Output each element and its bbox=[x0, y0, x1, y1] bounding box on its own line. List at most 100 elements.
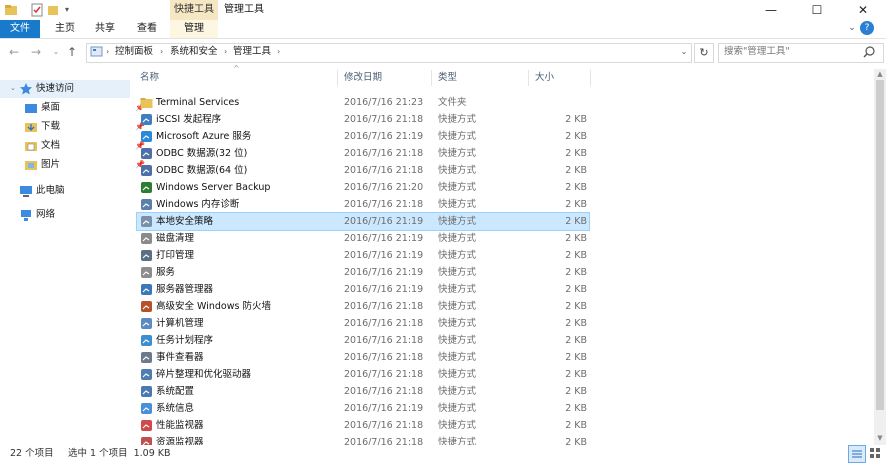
table-row[interactable]: 事件查看器 2016/7/16 21:18 快捷方式 2 KB bbox=[137, 349, 589, 366]
details-view-icon[interactable] bbox=[848, 445, 866, 463]
table-row[interactable]: 服务 2016/7/16 21:19 快捷方式 2 KB bbox=[137, 264, 589, 281]
recent-locations-icon[interactable]: ⌄ bbox=[48, 44, 64, 60]
file-type: 快捷方式 bbox=[438, 420, 477, 431]
file-date: 2016/7/16 21:18 bbox=[344, 386, 424, 397]
nav-quick-access[interactable]: 快速访问 bbox=[19, 80, 129, 98]
minimize-button[interactable]: — bbox=[748, 0, 794, 20]
refresh-button[interactable]: ↻ bbox=[694, 43, 714, 63]
nav-this-pc[interactable]: 此电脑 bbox=[19, 182, 129, 200]
column-header-type[interactable]: 类型 bbox=[438, 70, 526, 86]
table-row[interactable]: 磁盘清理 2016/7/16 21:19 快捷方式 2 KB bbox=[137, 230, 589, 247]
ribbon-expand-icon[interactable]: ⌄ bbox=[846, 21, 858, 35]
file-size: 2 KB bbox=[565, 182, 587, 193]
address-dropdown-icon[interactable]: ⌄ bbox=[678, 43, 690, 61]
breadcrumb-control-panel[interactable]: 控制面板 bbox=[115, 43, 153, 61]
maximize-button[interactable]: ☐ bbox=[794, 0, 840, 20]
tab-view[interactable]: 查看 bbox=[130, 20, 164, 38]
file-name: ODBC 数据源(32 位) bbox=[156, 148, 248, 159]
breadcrumb-admin-tools[interactable]: 管理工具 bbox=[233, 43, 271, 61]
file-name: 任务计划程序 bbox=[156, 335, 214, 346]
tab-share[interactable]: 共享 bbox=[88, 20, 122, 38]
up-button[interactable]: ↑ bbox=[64, 44, 80, 60]
server-manager-icon bbox=[140, 283, 153, 296]
file-name: iSCSI 发起程序 bbox=[156, 114, 222, 125]
search-icon[interactable] bbox=[862, 45, 876, 59]
table-row[interactable]: Windows 内存诊断 2016/7/16 21:18 快捷方式 2 KB bbox=[137, 196, 589, 213]
table-row[interactable]: Windows Server Backup 2016/7/16 21:20 快捷方式… bbox=[137, 179, 589, 196]
tab-home[interactable]: 主页 bbox=[48, 20, 82, 38]
nav-documents[interactable]: 文档 📌 bbox=[24, 137, 145, 155]
memory-icon bbox=[140, 198, 153, 211]
table-row[interactable]: iSCSI 发起程序 2016/7/16 21:18 快捷方式 2 KB bbox=[137, 111, 589, 128]
file-date: 2016/7/16 21:19 bbox=[344, 284, 424, 295]
file-date: 2016/7/16 21:18 bbox=[344, 199, 424, 210]
forward-button[interactable]: → bbox=[28, 44, 44, 60]
file-date: 2016/7/16 21:19 bbox=[344, 267, 424, 278]
nav-desktop[interactable]: 桌面 📌 bbox=[24, 99, 145, 117]
table-row[interactable]: 任务计划程序 2016/7/16 21:18 快捷方式 2 KB bbox=[137, 332, 589, 349]
column-divider[interactable] bbox=[528, 70, 529, 86]
column-divider[interactable] bbox=[590, 70, 591, 86]
table-row[interactable]: ODBC 数据源(32 位) 2016/7/16 21:18 快捷方式 2 KB bbox=[137, 145, 589, 162]
printer-icon bbox=[140, 249, 153, 262]
file-name: Microsoft Azure 服务 bbox=[156, 131, 252, 142]
tab-file[interactable]: 文件 bbox=[0, 20, 40, 38]
nav-pictures[interactable]: 图片 📌 bbox=[24, 156, 145, 174]
file-size: 2 KB bbox=[565, 301, 587, 312]
app-icon[interactable] bbox=[4, 3, 18, 17]
back-button[interactable]: ← bbox=[6, 44, 22, 60]
scroll-up-icon[interactable]: ▲ bbox=[874, 69, 886, 79]
table-row[interactable]: Microsoft Azure 服务 2016/7/16 21:19 快捷方式 2 K… bbox=[137, 128, 589, 145]
file-date: 2016/7/16 21:18 bbox=[344, 369, 424, 380]
file-date: 2016/7/16 21:19 bbox=[344, 131, 424, 142]
table-row[interactable]: 碎片整理和优化驱动器 2016/7/16 21:18 快捷方式 2 KB bbox=[137, 366, 589, 383]
system-info-icon bbox=[140, 402, 153, 415]
file-size: 2 KB bbox=[565, 318, 587, 329]
customize-toolbar-icon[interactable]: ▾ bbox=[60, 3, 74, 17]
file-name: Windows 内存诊断 bbox=[156, 199, 240, 210]
file-size: 2 KB bbox=[565, 267, 587, 278]
scrollbar-thumb[interactable] bbox=[876, 80, 884, 410]
column-divider[interactable] bbox=[337, 70, 338, 86]
table-row[interactable]: 性能监视器 2016/7/16 21:18 快捷方式 2 KB bbox=[137, 417, 589, 434]
backup-icon bbox=[140, 181, 153, 194]
help-icon[interactable]: ? bbox=[860, 21, 874, 35]
table-row[interactable]: Terminal Services 2016/7/16 21:23 文件夹 bbox=[137, 94, 589, 111]
table-row[interactable]: 本地安全策略 2016/7/16 21:19 快捷方式 2 KB bbox=[136, 212, 590, 231]
file-type: 快捷方式 bbox=[438, 301, 477, 312]
properties-icon[interactable] bbox=[30, 3, 44, 17]
breadcrumb-separator-icon[interactable]: › bbox=[160, 43, 163, 61]
scroll-down-icon[interactable]: ▼ bbox=[874, 433, 886, 443]
column-header-size[interactable]: 大小 bbox=[535, 70, 589, 86]
column-header-date[interactable]: 修改日期 bbox=[344, 70, 432, 86]
collapse-chevron-icon[interactable]: ⌄ bbox=[10, 84, 16, 92]
table-row[interactable]: 系统配置 2016/7/16 21:18 快捷方式 2 KB bbox=[137, 383, 589, 400]
breadcrumb-separator-icon[interactable]: › bbox=[224, 43, 227, 61]
file-size: 2 KB bbox=[565, 216, 587, 227]
large-icons-view-icon[interactable] bbox=[867, 445, 883, 461]
file-date: 2016/7/16 21:20 bbox=[344, 182, 424, 193]
tab-manage[interactable]: 管理 bbox=[170, 20, 218, 38]
breadcrumb-separator-icon[interactable]: › bbox=[277, 43, 280, 61]
defrag-icon bbox=[140, 368, 153, 381]
column-divider[interactable] bbox=[431, 70, 432, 86]
selection-info: 选中 1 个项目 1.09 KB bbox=[68, 448, 171, 459]
breadcrumb-system-security[interactable]: 系统和安全 bbox=[170, 43, 218, 61]
table-row[interactable]: 系统信息 2016/7/16 21:19 快捷方式 2 KB bbox=[137, 400, 589, 417]
context-tab-label: 快捷工具 bbox=[170, 0, 218, 20]
table-row[interactable]: 打印管理 2016/7/16 21:19 快捷方式 2 KB bbox=[137, 247, 589, 264]
nav-downloads[interactable]: 下载 📌 bbox=[24, 118, 145, 136]
item-count: 22 个项目 bbox=[10, 448, 54, 459]
file-size: 2 KB bbox=[565, 420, 587, 431]
nav-downloads-label: 下载 bbox=[41, 121, 61, 132]
table-row[interactable]: 高级安全 Windows 防火墙 2016/7/16 21:18 快捷方式 2 KB bbox=[137, 298, 589, 315]
file-name: 性能监视器 bbox=[156, 420, 204, 431]
file-date: 2016/7/16 21:18 bbox=[344, 165, 424, 176]
table-row[interactable]: 计算机管理 2016/7/16 21:18 快捷方式 2 KB bbox=[137, 315, 589, 332]
column-header-name[interactable]: 名称 bbox=[140, 70, 335, 86]
nav-network[interactable]: 网络 bbox=[19, 206, 129, 224]
new-folder-icon[interactable] bbox=[46, 3, 60, 17]
table-row[interactable]: 服务器管理器 2016/7/16 21:19 快捷方式 2 KB bbox=[137, 281, 589, 298]
close-button[interactable]: ✕ bbox=[840, 0, 886, 20]
table-row[interactable]: ODBC 数据源(64 位) 2016/7/16 21:18 快捷方式 2 KB bbox=[137, 162, 589, 179]
